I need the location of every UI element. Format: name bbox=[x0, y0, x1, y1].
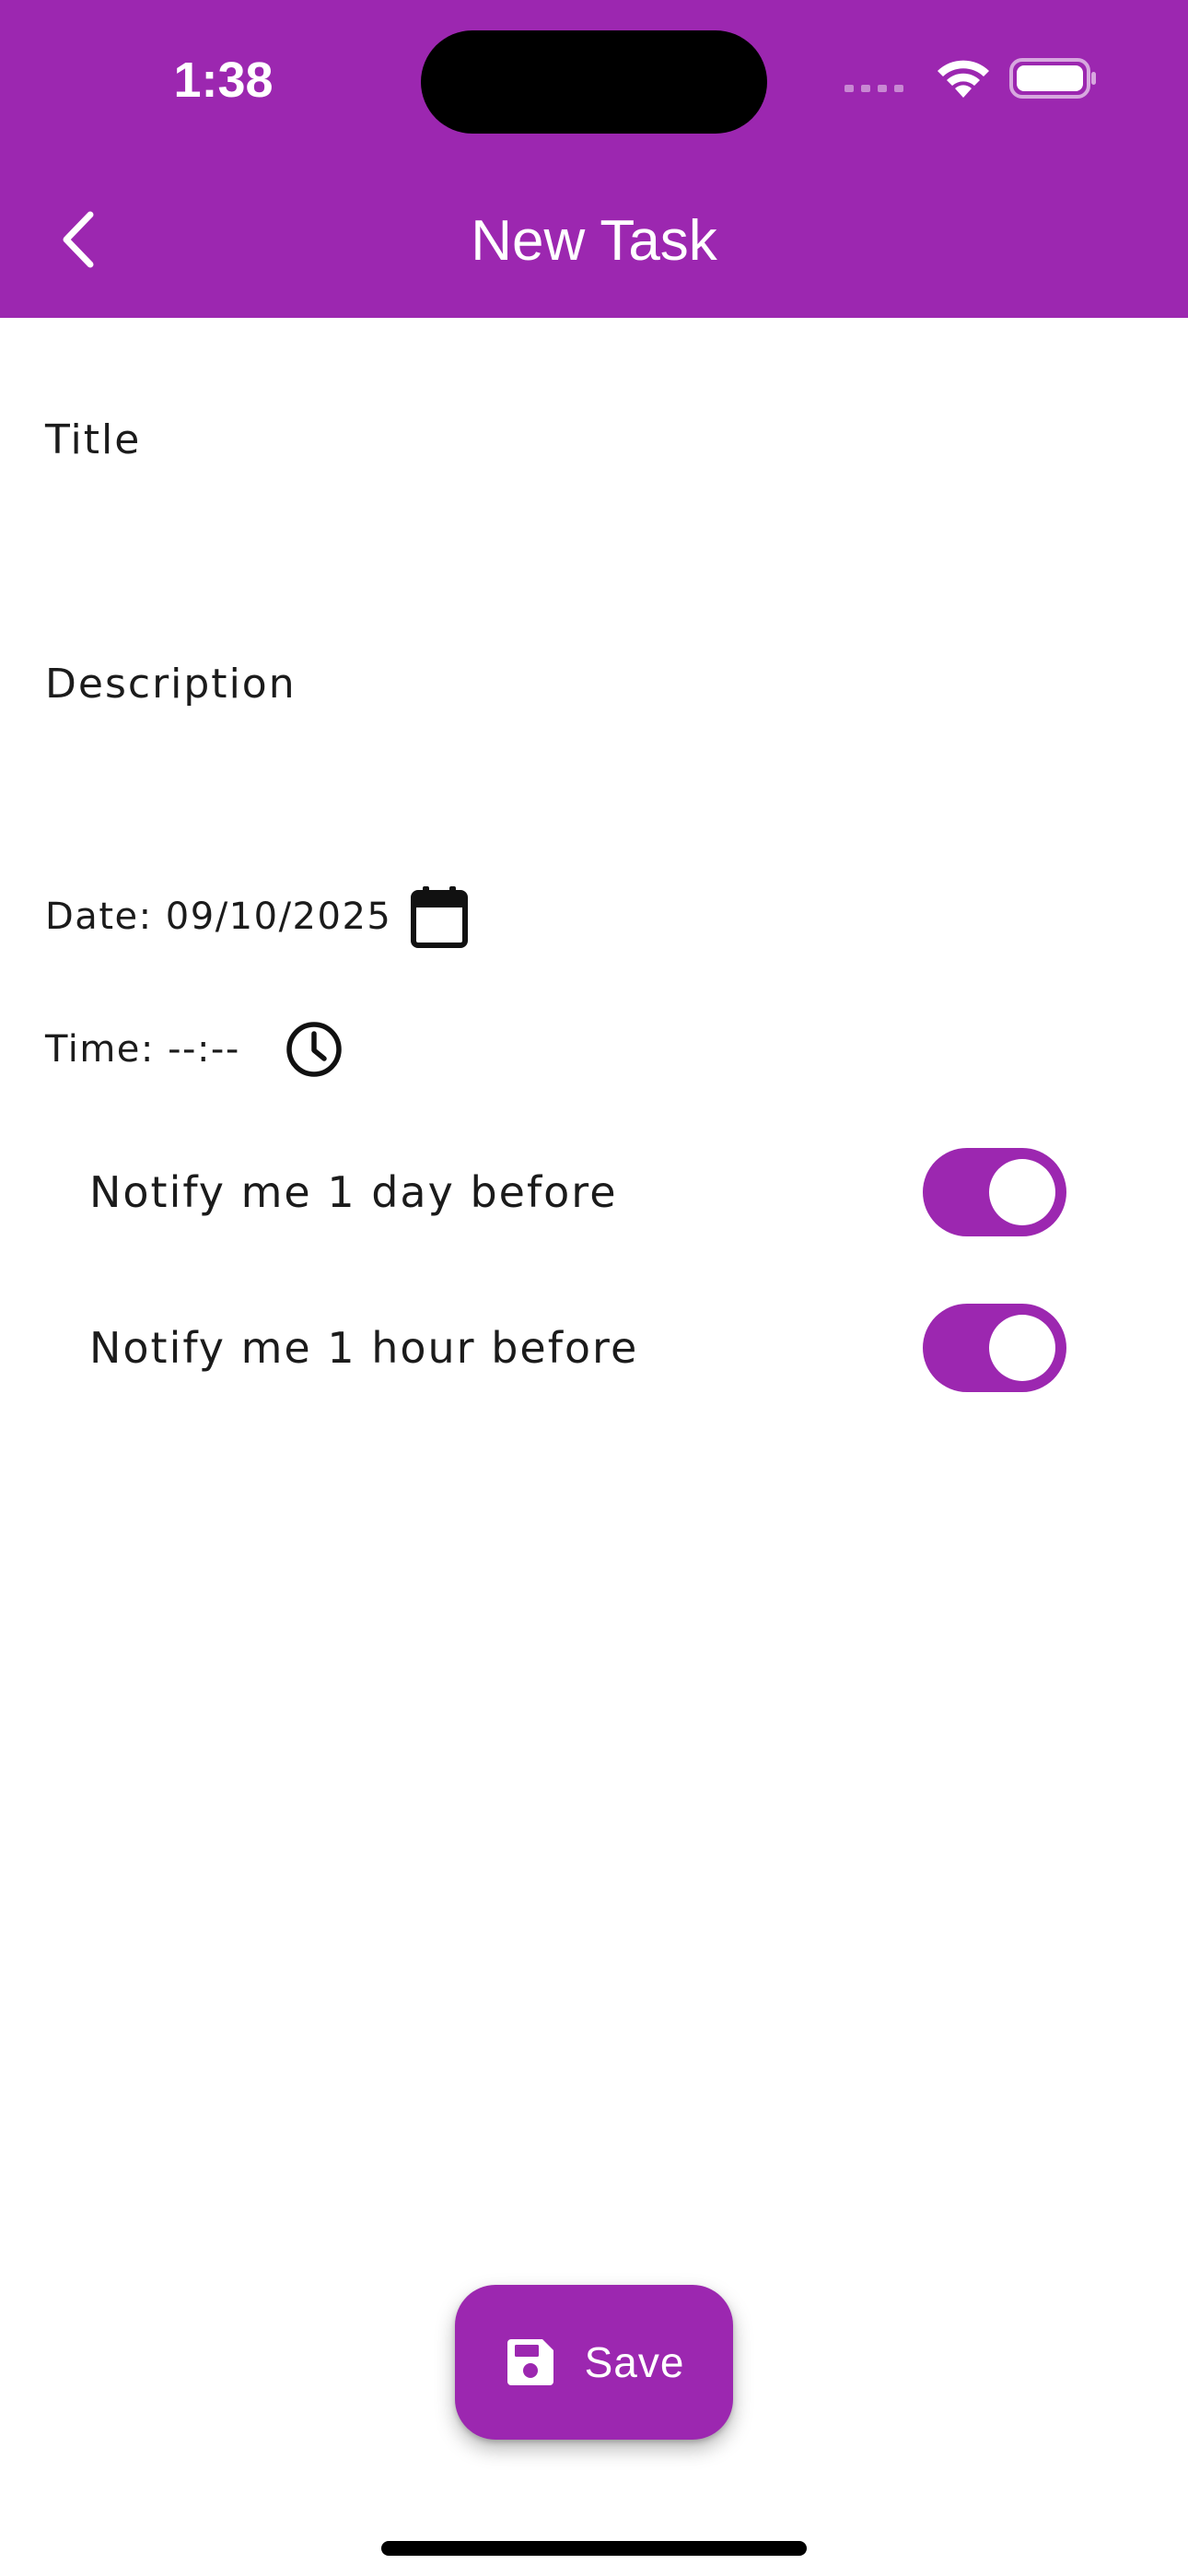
page-title: New Task bbox=[471, 209, 717, 273]
cellular-signal-icon bbox=[844, 85, 903, 92]
date-picker-button[interactable] bbox=[402, 879, 477, 954]
description-input[interactable] bbox=[45, 613, 1143, 714]
time-picker-button[interactable] bbox=[276, 1012, 352, 1087]
floppy-disk-icon bbox=[507, 2339, 553, 2385]
clock-icon bbox=[286, 1022, 342, 1077]
notify-hour-row[interactable]: Notify me 1 hour before bbox=[0, 1293, 1188, 1403]
save-button[interactable]: Save bbox=[455, 2285, 733, 2440]
notify-hour-toggle[interactable] bbox=[923, 1304, 1066, 1392]
notify-hour-label: Notify me 1 hour before bbox=[89, 1323, 639, 1373]
app-bar: 1:38 New Task bbox=[0, 0, 1188, 318]
dynamic-island bbox=[421, 30, 767, 134]
toggle-thumb bbox=[989, 1315, 1055, 1381]
save-button-label: Save bbox=[584, 2338, 685, 2386]
wifi-icon bbox=[938, 60, 989, 98]
notify-day-label: Notify me 1 day before bbox=[89, 1167, 618, 1217]
toggle-thumb bbox=[989, 1159, 1055, 1225]
time-text: Time: --:-- bbox=[45, 1028, 240, 1071]
calendar-icon bbox=[411, 886, 468, 948]
status-time: 1:38 bbox=[173, 53, 274, 108]
home-indicator[interactable] bbox=[381, 2541, 807, 2556]
title-input[interactable] bbox=[45, 369, 1143, 470]
notify-day-row[interactable]: Notify me 1 day before bbox=[0, 1137, 1188, 1247]
notify-day-toggle[interactable] bbox=[923, 1148, 1066, 1236]
battery-icon bbox=[1009, 58, 1096, 99]
date-text: Date: 09/10/2025 bbox=[45, 896, 392, 938]
new-task-screen: 1:38 New Task Title Description Date: 09… bbox=[0, 0, 1188, 2576]
